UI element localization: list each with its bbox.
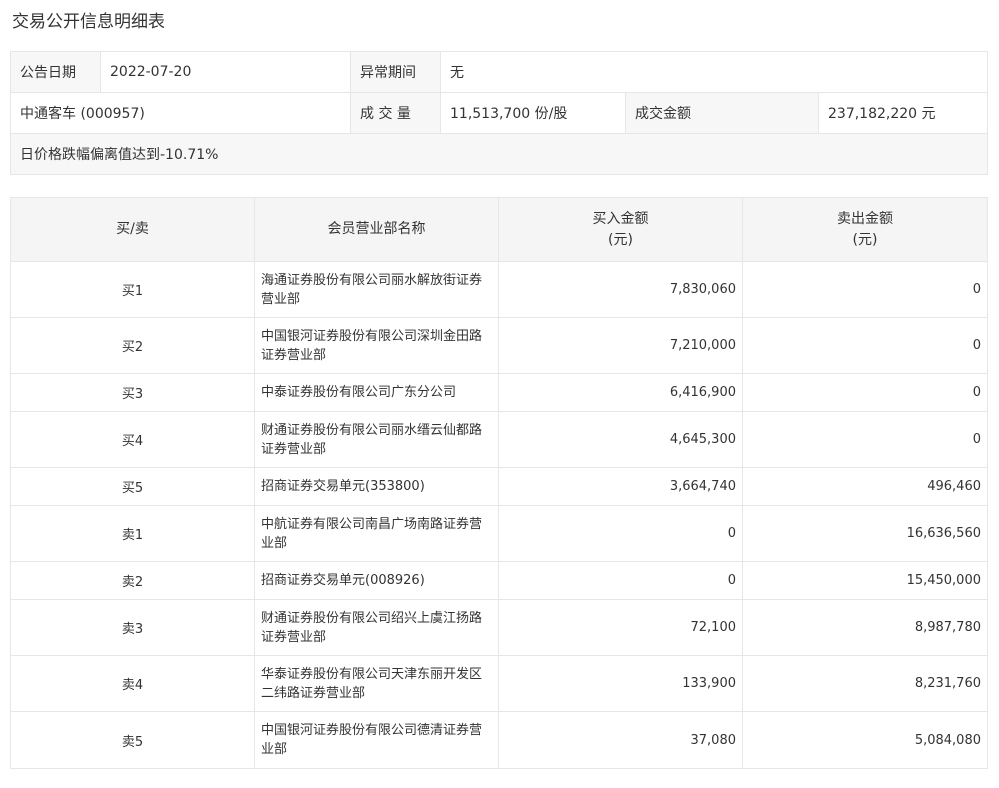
row-side: 卖1 [10, 505, 255, 562]
table-row: 买5 招商证券交易单元(353800) 3,664,740 496,460 [10, 467, 988, 506]
table-row: 买1 海通证券股份有限公司丽水解放街证券营业部 7,830,060 0 [10, 261, 988, 318]
turnover-value: 237,182,220 元 [818, 92, 988, 134]
info-row-stock: 中通客车 (000957) 成 交 量 11,513,700 份/股 成交金额 … [10, 92, 988, 134]
announce-date-value: 2022-07-20 [100, 51, 351, 93]
header-buy-amount-line1: 买入金额 [592, 210, 649, 227]
row-sell-amount: 8,231,760 [742, 655, 988, 712]
row-side: 买3 [10, 373, 255, 412]
row-buy-amount: 72,100 [498, 599, 743, 656]
trade-detail-table: 买/卖 会员营业部名称 买入金额 (元) 卖出金额 (元) 买1 海通证券股份有… [10, 197, 988, 769]
row-sell-amount: 8,987,780 [742, 599, 988, 656]
row-dept: 财通证券股份有限公司丽水缙云仙都路证券营业部 [254, 411, 499, 468]
table-row: 买3 中泰证券股份有限公司广东分公司 6,416,900 0 [10, 373, 988, 412]
volume-label: 成 交 量 [350, 92, 441, 134]
row-buy-amount: 0 [498, 561, 743, 600]
row-dept: 华泰证券股份有限公司天津东丽开发区二纬路证券营业部 [254, 655, 499, 712]
row-dept: 海通证券股份有限公司丽水解放街证券营业部 [254, 261, 499, 318]
abnormal-period-label: 异常期间 [350, 51, 441, 93]
info-table: 公告日期 2022-07-20 异常期间 无 中通客车 (000957) 成 交… [10, 51, 988, 175]
row-side: 卖2 [10, 561, 255, 600]
row-side: 买4 [10, 411, 255, 468]
row-sell-amount: 496,460 [742, 467, 988, 506]
page-title: 交易公开信息明细表 [12, 12, 165, 32]
row-side: 买5 [10, 467, 255, 506]
stock-name: 中通客车 (000957) [10, 92, 351, 134]
row-buy-amount: 0 [498, 505, 743, 562]
row-side: 卖5 [10, 711, 255, 769]
table-header-row: 买/卖 会员营业部名称 买入金额 (元) 卖出金额 (元) [10, 197, 988, 262]
header-dept: 会员营业部名称 [254, 197, 499, 262]
table-row: 卖3 财通证券股份有限公司绍兴上虞江扬路证券营业部 72,100 8,987,7… [10, 599, 988, 656]
row-side: 卖3 [10, 599, 255, 656]
header-sell-amount-line1: 卖出金额 [837, 210, 893, 227]
row-sell-amount: 5,084,080 [742, 711, 988, 769]
row-buy-amount: 6,416,900 [498, 373, 743, 412]
row-buy-amount: 4,645,300 [498, 411, 743, 468]
row-sell-amount: 0 [742, 317, 988, 374]
table-row: 卖1 中航证券有限公司南昌广场南路证券营业部 0 16,636,560 [10, 505, 988, 562]
turnover-label: 成交金额 [625, 92, 819, 134]
table-row: 卖4 华泰证券股份有限公司天津东丽开发区二纬路证券营业部 133,900 8,2… [10, 655, 988, 712]
reason-text: 日价格跌幅偏离值达到-10.71% [10, 133, 988, 175]
table-row: 卖5 中国银河证券股份有限公司德清证券营业部 37,080 5,084,080 [10, 711, 988, 769]
header-buy-amount: 买入金额 (元) [498, 197, 743, 262]
abnormal-period-value: 无 [440, 51, 988, 93]
row-dept: 中泰证券股份有限公司广东分公司 [254, 373, 499, 412]
volume-value: 11,513,700 份/股 [440, 92, 626, 134]
row-sell-amount: 16,636,560 [742, 505, 988, 562]
table-row: 买2 中国银河证券股份有限公司深圳金田路证券营业部 7,210,000 0 [10, 317, 988, 374]
row-side: 买2 [10, 317, 255, 374]
header-sell-amount: 卖出金额 (元) [742, 197, 988, 262]
row-sell-amount: 15,450,000 [742, 561, 988, 600]
row-side: 买1 [10, 261, 255, 318]
announce-date-label: 公告日期 [10, 51, 101, 93]
row-dept: 财通证券股份有限公司绍兴上虞江扬路证券营业部 [254, 599, 499, 656]
header-side: 买/卖 [10, 197, 255, 262]
table-row: 买4 财通证券股份有限公司丽水缙云仙都路证券营业部 4,645,300 0 [10, 411, 988, 468]
header-buy-amount-line2: (元) [608, 231, 633, 248]
row-dept: 中国银河证券股份有限公司深圳金田路证券营业部 [254, 317, 499, 374]
header-sell-amount-line2: (元) [852, 231, 878, 248]
row-buy-amount: 7,210,000 [498, 317, 743, 374]
table-row: 卖2 招商证券交易单元(008926) 0 15,450,000 [10, 561, 988, 600]
row-sell-amount: 0 [742, 373, 988, 412]
row-buy-amount: 133,900 [498, 655, 743, 712]
info-row-date: 公告日期 2022-07-20 异常期间 无 [10, 51, 988, 93]
row-buy-amount: 3,664,740 [498, 467, 743, 506]
row-side: 卖4 [10, 655, 255, 712]
row-dept: 招商证券交易单元(353800) [254, 467, 499, 506]
info-row-reason: 日价格跌幅偏离值达到-10.71% [10, 133, 988, 175]
row-sell-amount: 0 [742, 261, 988, 318]
row-buy-amount: 7,830,060 [498, 261, 743, 318]
row-buy-amount: 37,080 [498, 711, 743, 769]
row-dept: 中航证券有限公司南昌广场南路证券营业部 [254, 505, 499, 562]
row-sell-amount: 0 [742, 411, 988, 468]
row-dept: 中国银河证券股份有限公司德清证券营业部 [254, 711, 499, 769]
row-dept: 招商证券交易单元(008926) [254, 561, 499, 600]
